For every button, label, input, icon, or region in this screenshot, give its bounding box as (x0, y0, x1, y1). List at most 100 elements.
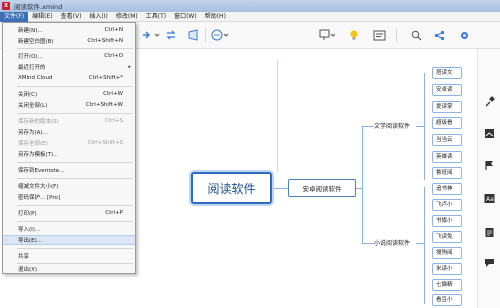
connector-line (277, 60, 278, 172)
menu-item-label: 共享 (18, 254, 30, 260)
leaf-topic[interactable]: 飞读免 (432, 231, 462, 243)
more-icon[interactable] (210, 28, 230, 42)
menu-separator (17, 248, 133, 249)
connector-line (362, 126, 363, 243)
menu-item-label: 另存为(A)... (18, 130, 48, 136)
leaf-topic[interactable]: 鲁班阅 (432, 167, 462, 179)
leaf-topic[interactable]: 安卓读 (432, 84, 462, 96)
menu-item-save-evernote[interactable]: 保存到Evernote... (3, 165, 135, 175)
menu-item-shortcut: Ctrl+Shift+N (87, 38, 123, 44)
lightbulb-icon[interactable] (348, 28, 360, 42)
menu-item-export[interactable]: 导出(E)... (3, 235, 135, 245)
menu-file[interactable]: 文件(F) (0, 11, 29, 22)
share-icon[interactable] (433, 28, 445, 42)
menu-item-close-all[interactable]: 关闭全部(L) Ctrl+Shift+W (3, 100, 135, 110)
outline-icon[interactable] (372, 28, 386, 42)
settings-icon[interactable] (458, 28, 470, 42)
chevron-right-icon: ▸ (128, 64, 131, 70)
menu-item-save-as[interactable]: 另存为(A)... (3, 127, 135, 137)
search-icon[interactable] (410, 28, 422, 42)
leaf-topic[interactable]: 塔读文 (432, 67, 462, 79)
menu-item-print[interactable]: 打印(P) Ctrl+P (3, 208, 135, 218)
leaf-topic[interactable]: 米读小 (432, 263, 462, 275)
menu-item-new[interactable]: 新建(N)... Ctrl+N (3, 25, 135, 35)
menu-bar: 文件(F) 编辑(E) 查看(V) 插入(I) 修改(M) 工具(T) 窗口(W… (0, 11, 500, 22)
menu-help[interactable]: 帮助(H) (201, 12, 230, 22)
leaf-topic[interactable]: 七猫精 (432, 279, 462, 291)
connector-line (416, 126, 424, 127)
menu-separator (17, 113, 133, 114)
menu-item-shortcut: Ctrl+Shift+S (88, 140, 123, 146)
toolbar-separator (396, 28, 397, 42)
menu-item-recent[interactable]: 最近打开的 ▸ (3, 62, 135, 72)
menu-item-label: 导出(E)... (18, 238, 43, 244)
main-topic[interactable]: 安卓阅读软件 (288, 179, 356, 197)
menu-item-share[interactable]: 共享 (3, 251, 135, 261)
menu-item-import[interactable]: 导入(I)... (3, 224, 135, 234)
marker-flag-icon[interactable] (483, 159, 496, 172)
central-topic[interactable]: 阅读软件 (191, 172, 272, 204)
leaf-topic[interactable]: 爱读掌 (432, 101, 462, 113)
subtopic[interactable]: 文学阅读软件 (374, 121, 410, 130)
menu-insert[interactable]: 插入(I) (85, 12, 111, 22)
menu-item-shortcut: Ctrl+P (105, 210, 123, 216)
svg-text:Aa: Aa (486, 196, 494, 203)
menu-item-shortcut: Ctrl+Shift+W (86, 102, 123, 108)
connector-line (272, 188, 288, 189)
arrow-icon[interactable] (140, 28, 152, 42)
menu-separator (17, 178, 133, 179)
leaf-topic[interactable]: 书旗小 (432, 215, 462, 227)
menu-item-shortcut: Ctrl+N (104, 27, 123, 33)
leaf-topic[interactable]: 英雄读 (432, 151, 462, 163)
connector-line (362, 126, 374, 127)
menu-item-close[interactable]: 关闭(C) Ctrl+W (3, 89, 135, 99)
menu-view[interactable]: 查看(V) (57, 12, 86, 22)
text-icon[interactable]: Aa (483, 192, 496, 205)
leaf-topic[interactable]: 追书神 (432, 183, 462, 195)
menu-item-open[interactable]: 打开(O)... Ctrl+O (3, 51, 135, 61)
menu-item-label: 缩减文件大小(F) (18, 184, 59, 190)
menu-item-label: 新建(N)... (18, 28, 43, 34)
format-brush-icon[interactable] (483, 95, 496, 108)
leaf-topic[interactable]: 当当云 (432, 134, 462, 146)
menu-item-label: 保存到Evernote... (18, 168, 65, 174)
leaf-topic[interactable]: 超级看 (432, 117, 462, 129)
menu-item-label: 密码保护... [Pro] (18, 195, 61, 201)
leaf-topic[interactable]: 搜狗阅 (432, 247, 462, 259)
menu-item-save-all[interactable]: 保存全部(E) Ctrl+Shift+S (3, 138, 135, 148)
chevron-down-icon[interactable] (153, 28, 161, 42)
menu-modify[interactable]: 修改(M) (112, 12, 142, 22)
image-icon[interactable] (483, 127, 496, 140)
menu-window[interactable]: 窗口(W) (170, 12, 201, 22)
relationship-icon[interactable] (164, 28, 178, 42)
file-menu-dropdown: 新建(N)... Ctrl+N 新建空白图(B) Ctrl+Shift+N 打开(O… (2, 22, 136, 274)
menu-item-label: 打印(P) (18, 211, 37, 217)
menu-separator (17, 48, 133, 49)
menu-item-save-as-template[interactable]: 另存为模板(T)... (3, 149, 135, 159)
connector-line (362, 243, 374, 244)
menu-item-password[interactable]: 密码保护... [Pro] (3, 192, 135, 202)
menu-item-label: 打开(O)... (18, 54, 43, 60)
menu-item-reduce-size[interactable]: 缩减文件大小(F) (3, 181, 135, 191)
menu-tools[interactable]: 工具(T) (142, 12, 170, 22)
subtopic[interactable]: 小说阅读软件 (374, 238, 410, 247)
menu-item-label: 导入(I)... (18, 227, 41, 233)
comment-icon[interactable] (483, 256, 496, 269)
menu-item-label: 保存新的版本(S) (18, 119, 59, 125)
menu-item-label: 保存全部(E) (18, 141, 48, 147)
menu-item-save-version[interactable]: 保存新的版本(S) Ctrl+S (3, 116, 135, 126)
title-bar: X 阅读软件.xmind (0, 0, 500, 12)
menu-item-xmind-cloud[interactable]: XMind Cloud Ctrl+Shift+* (3, 73, 135, 83)
task-icon[interactable] (483, 226, 496, 239)
menu-item-exit[interactable]: 退出(X) (3, 264, 135, 274)
leaf-topic[interactable]: 飞卢小 (432, 199, 462, 211)
menu-item-shortcut: Ctrl+W (103, 91, 123, 97)
leaf-topic[interactable]: 看豆小 (432, 294, 462, 306)
presentation-icon[interactable] (318, 28, 336, 42)
connector-line (424, 73, 425, 180)
menu-separator (17, 205, 133, 206)
menu-edit[interactable]: 编辑(E) (28, 12, 56, 22)
boundary-icon[interactable] (186, 28, 200, 42)
menu-item-label: 另存为模板(T)... (18, 152, 59, 158)
menu-item-new-blank[interactable]: 新建空白图(B) Ctrl+Shift+N (3, 36, 135, 46)
